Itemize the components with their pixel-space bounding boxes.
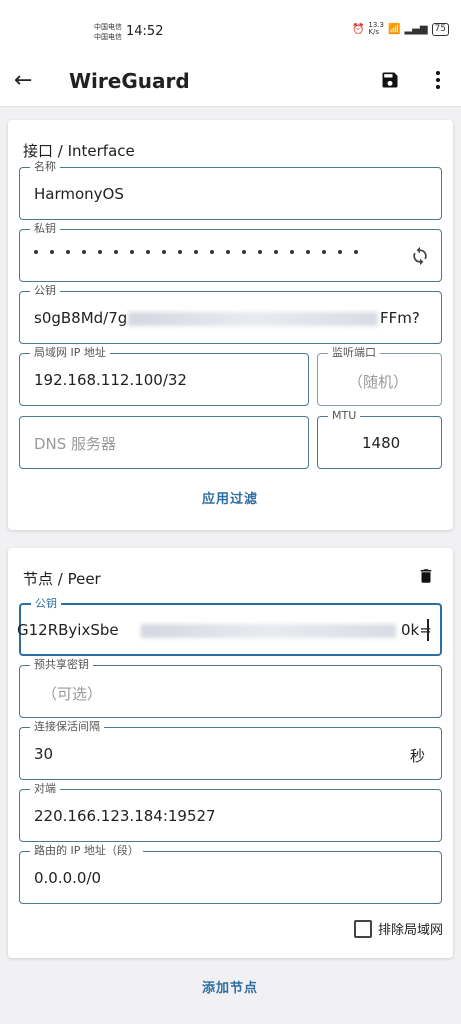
listen-port-placeholder: （随机） [348,373,409,391]
network-speed: 13.3 K/s [368,21,385,36]
allowed-ips-value: 0.0.0.0/0 [34,869,102,887]
interface-section-title: 接口 / Interface [23,142,135,160]
interface-public-key-field[interactable]: 公钥 s0gB8Md/7g FFm? [19,284,442,344]
preshared-key-placeholder: （可选） [42,685,103,703]
ip-address-label: 局域网 IP 地址 [30,346,110,360]
peer-public-key-value-start: G12RByixSbe [17,621,119,639]
trash-icon[interactable] [417,566,435,586]
endpoint-value: 220.166.123.184:19527 [34,807,216,825]
interface-card: 接口 / Interface 名称 HarmonyOS 私钥 公钥 s0gB8M… [8,120,453,530]
endpoint-label: 对端 [30,782,60,796]
private-key-field[interactable]: 私钥 [19,222,442,282]
carrier-labels: 中国电信 中国电信 [94,23,122,41]
mtu-value: 1480 [362,434,401,452]
private-key-label: 私钥 [30,222,60,236]
exclude-lan-checkbox[interactable] [354,920,372,938]
refresh-icon[interactable] [410,246,430,266]
ip-address-value: 192.168.112.100/32 [34,371,187,389]
battery-icon: 75 [431,22,449,36]
public-key-value-start: s0gB8Md/7g [34,309,128,327]
public-key-value-end: FFm? [380,309,420,327]
floppy-disk-icon[interactable] [380,70,400,90]
preshared-key-label: 预共享密钥 [30,658,93,672]
apply-filter-button[interactable]: 应用过滤 [202,488,258,507]
exclude-lan-label[interactable]: 排除局域网 [378,919,443,938]
name-field[interactable]: 名称 HarmonyOS [19,160,442,220]
name-label: 名称 [30,160,60,174]
redacted-key [128,312,378,326]
mtu-label: MTU [328,409,361,423]
keepalive-unit: 秒 [410,747,426,765]
keepalive-field[interactable]: 连接保活间隔 30 秒 [19,720,442,780]
listen-port-field[interactable]: 监听端口 （随机） [317,346,442,406]
redacted-key [141,624,396,638]
keepalive-label: 连接保活间隔 [30,720,104,734]
listen-port-label: 监听端口 [328,346,380,360]
app-bar: ← WireGuard [0,62,461,107]
dns-field[interactable]: DNS 服务器 [19,416,309,469]
allowed-ips-label: 路由的 IP 地址（段） [30,844,143,858]
page-title: WireGuard [69,69,190,93]
endpoint-field[interactable]: 对端 220.166.123.184:19527 [19,782,442,842]
arrow-left-icon[interactable]: ← [14,68,32,93]
mtu-field[interactable]: MTU 1480 [317,409,442,469]
peer-public-key-field[interactable]: 公钥 G12RByixSbe 0k= [17,597,442,656]
text-cursor [427,619,429,641]
name-value: HarmonyOS [34,185,124,203]
wifi-icon: 📶 [388,23,401,35]
ip-address-field[interactable]: 局域网 IP 地址 192.168.112.100/32 [19,346,309,406]
dns-placeholder: DNS 服务器 [34,435,117,453]
allowed-ips-field[interactable]: 路由的 IP 地址（段） 0.0.0.0/0 [19,844,442,904]
status-time: 14:52 [126,24,164,39]
peer-public-key-label: 公钥 [31,597,61,611]
preshared-key-field[interactable]: 预共享密钥 （可选） [19,658,442,718]
more-vert-icon[interactable] [428,69,448,91]
public-key-label: 公钥 [30,284,60,298]
add-peer-button[interactable]: 添加节点 [202,977,258,996]
private-key-masked [34,250,358,254]
peer-section-title: 节点 / Peer [23,570,101,588]
alarm-icon: ⏰ [351,23,365,35]
signal-icon: ▂▄▆ [404,23,428,35]
status-bar: 中国电信 中国电信 14:52 ⏰ 13.3 K/s 📶 ▂▄▆ 75 [0,0,461,62]
system-icons: ⏰ 13.3 K/s 📶 ▂▄▆ 75 [352,22,449,36]
keepalive-value: 30 [34,745,54,763]
